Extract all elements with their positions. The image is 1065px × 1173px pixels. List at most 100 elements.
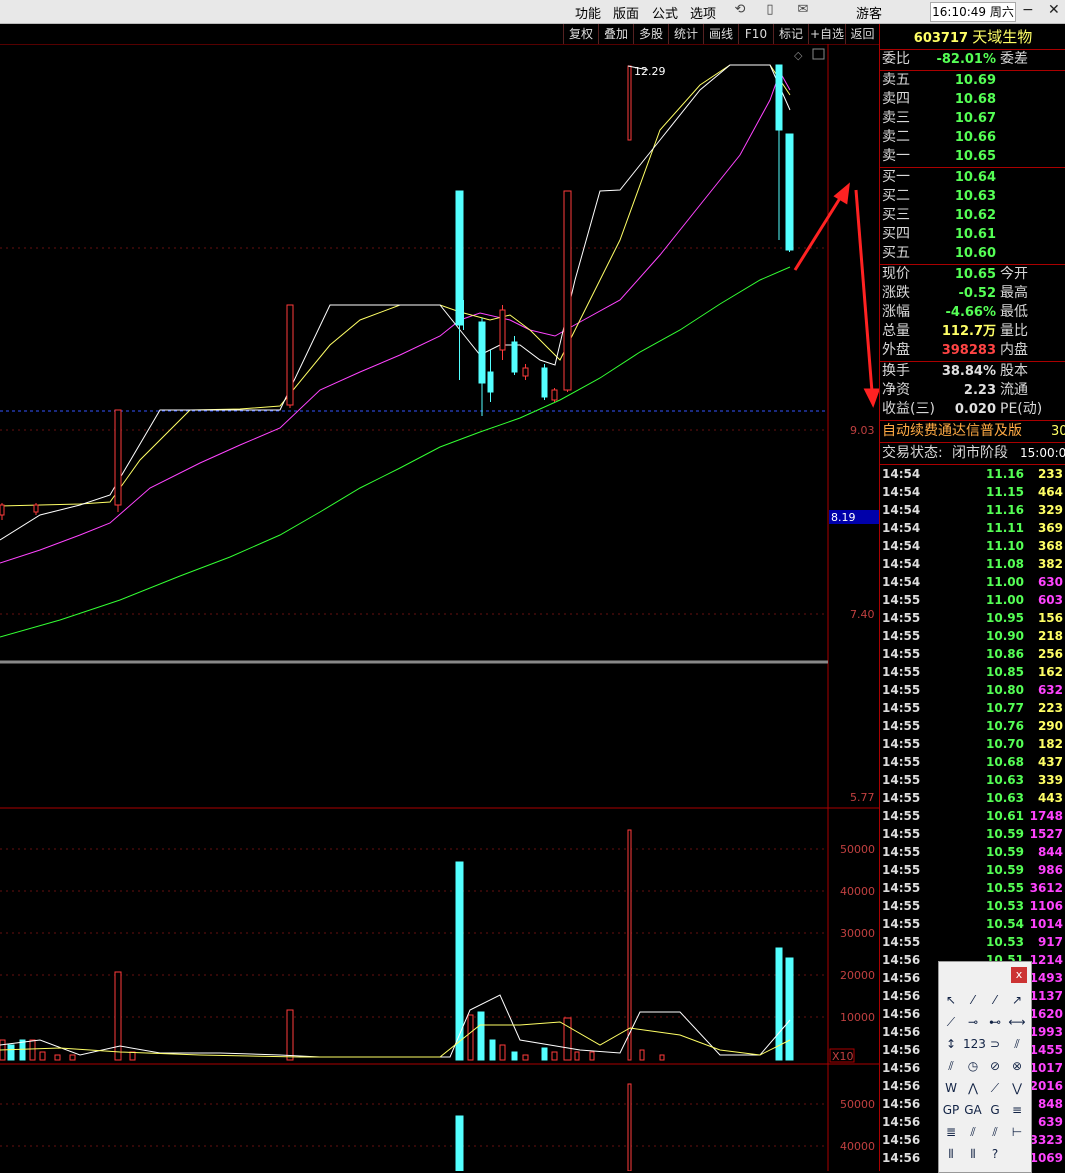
toolbar-f10[interactable]: F10 xyxy=(738,24,773,44)
draw-tool-icon[interactable]: ↕ xyxy=(941,1034,961,1054)
draw-tool-icon[interactable]: ≡ xyxy=(1007,1100,1027,1120)
tick-row: 14:55 10.77 223 xyxy=(880,699,1065,717)
quote-row: 买五 10.60 xyxy=(880,244,1065,263)
tick-volume: 986 xyxy=(1037,863,1063,877)
draw-tool-icon[interactable]: ⁄ xyxy=(985,990,1005,1010)
quote-row-value: 2.23 xyxy=(963,383,996,398)
draw-tool-icon[interactable]: ⁄ xyxy=(963,990,983,1010)
volume-unit-label: X10 xyxy=(832,1050,854,1063)
weibi-label: 委比 xyxy=(882,51,910,67)
draw-tool-icon[interactable]: ⊸ xyxy=(963,1012,983,1032)
draw-tool-icon[interactable]: 123 xyxy=(963,1034,986,1054)
draw-tool-icon[interactable]: GA xyxy=(963,1100,983,1120)
toolbar-mark[interactable]: 标记 xyxy=(773,24,808,44)
draw-tool-icon[interactable]: ⫽ xyxy=(963,1122,983,1142)
user-label[interactable]: 游客 xyxy=(856,3,882,22)
volume-bar xyxy=(589,1051,595,1061)
draw-tool-icon[interactable]: ⫽ xyxy=(985,1122,1005,1142)
tick-price: 10.85 xyxy=(986,665,1024,679)
tick-price: 10.86 xyxy=(986,647,1024,661)
draw-tool-icon[interactable]: ⫽ xyxy=(941,1056,961,1076)
tick-volume: 162 xyxy=(1037,665,1063,679)
tick-volume: 632 xyxy=(1037,683,1063,697)
draw-tool-icon[interactable]: ⦀ xyxy=(941,1144,961,1164)
toolbar-add-watchlist[interactable]: +自选 xyxy=(808,24,845,44)
toolbar-overlay[interactable]: 叠加 xyxy=(598,24,633,44)
quote-row-value: 10.62 xyxy=(954,208,996,223)
draw-tool-icon[interactable]: ⦀ xyxy=(963,1144,983,1164)
phone-icon[interactable]: ▯ xyxy=(762,2,778,18)
draw-tool-icon[interactable]: ⟋ xyxy=(985,1078,1005,1098)
volume-bar xyxy=(659,1054,665,1061)
minimize-icon[interactable]: − xyxy=(1022,2,1034,18)
quote-row-label2: 最高 xyxy=(1000,285,1028,301)
draw-tool-icon[interactable]: ⊗ xyxy=(1007,1056,1027,1076)
draw-tool-icon[interactable]: ⋀ xyxy=(963,1078,983,1098)
tick-price: 10.95 xyxy=(986,611,1024,625)
price-axis-label: 5.77 xyxy=(850,791,875,804)
draw-tool-icon[interactable]: ⟷ xyxy=(1007,1012,1027,1032)
tick-time: 14:56 xyxy=(882,1133,921,1147)
menu-options[interactable]: 选项 xyxy=(690,3,716,22)
tick-time: 14:55 xyxy=(882,935,921,949)
clock-display: 16:10:49 周六 xyxy=(930,2,1016,22)
draw-tool-icon[interactable]: ↖ xyxy=(941,990,961,1010)
tick-row: 14:55 10.95 156 xyxy=(880,609,1065,627)
refresh-icon[interactable]: ⟲ xyxy=(732,2,748,18)
quote-row-label: 买五 xyxy=(882,245,910,261)
candle-body xyxy=(286,304,294,406)
draw-tool-icon[interactable]: ? xyxy=(985,1144,1005,1164)
quote-row-label2: 内盘 xyxy=(1000,342,1028,358)
draw-tool-icon[interactable]: ⊷ xyxy=(985,1012,1005,1032)
volume-bar xyxy=(775,947,783,1061)
quote-row: 买一 10.64 xyxy=(880,168,1065,187)
kline-chart[interactable]: 9.03 8.19 7.40 5.77 50000 40000 30000 20… xyxy=(0,44,880,1171)
menu-function[interactable]: 功能 xyxy=(575,3,601,22)
diamond-icon[interactable]: ◇ xyxy=(794,49,803,62)
toolbar-draw[interactable]: 画线 xyxy=(703,24,738,44)
tick-price: 10.54 xyxy=(986,917,1024,931)
volume-bar xyxy=(551,1051,558,1061)
draw-tool-icon[interactable]: ⊢ xyxy=(1007,1122,1027,1142)
draw-tool-icon[interactable]: ≣ xyxy=(941,1122,961,1142)
promo-row[interactable]: 自动续费通达信普及版 30 xyxy=(880,421,1065,442)
volume-bar xyxy=(522,1054,529,1061)
volume2-axis-label: 50000 xyxy=(840,1098,875,1111)
volume-bar xyxy=(54,1054,61,1061)
draw-tool-icon[interactable]: W xyxy=(941,1078,961,1098)
toolbar-stats[interactable]: 统计 xyxy=(668,24,703,44)
tick-time: 14:56 xyxy=(882,1043,921,1057)
draw-tool-icon[interactable]: ⊘ xyxy=(985,1056,1005,1076)
draw-tool-icon[interactable]: G xyxy=(985,1100,1005,1120)
tick-volume: 156 xyxy=(1037,611,1063,625)
tick-time: 14:55 xyxy=(882,809,921,823)
close-icon[interactable]: ✕ xyxy=(1048,2,1060,18)
toolbar-multi-stock[interactable]: 多股 xyxy=(633,24,668,44)
candle-body xyxy=(487,371,494,393)
quote-row: 收益(三) 0.020 PE(动) xyxy=(880,400,1065,419)
draw-tool-icon[interactable]: ⫽ xyxy=(1007,1034,1027,1054)
toolbar-back[interactable]: 返回 xyxy=(845,24,879,44)
draw-tool-icon[interactable]: GP xyxy=(941,1100,961,1120)
chart-toolbar: 复权 叠加 多股 统计 画线 F10 标记 +自选 返回 xyxy=(563,24,878,44)
panel-toggle-icon[interactable] xyxy=(812,48,825,60)
tick-row: 14:55 10.59 1527 xyxy=(880,825,1065,843)
toolbar-fuquan[interactable]: 复权 xyxy=(563,24,598,44)
menu-layout[interactable]: 版面 xyxy=(613,3,639,22)
weicha-label: 委差 xyxy=(1000,51,1028,67)
draw-tool-icon[interactable]: ⋁ xyxy=(1007,1078,1027,1098)
tick-time: 14:55 xyxy=(882,791,921,805)
draw-tool-icon[interactable]: ⊃ xyxy=(985,1034,1005,1054)
menu-formula[interactable]: 公式 xyxy=(652,3,678,22)
quote-row-label: 外盘 xyxy=(882,342,910,358)
draw-tool-icon[interactable]: ↗ xyxy=(1007,990,1027,1010)
tick-time: 14:54 xyxy=(882,575,921,589)
draw-tool-icon[interactable]: ◷ xyxy=(963,1056,983,1076)
promo-text[interactable]: 自动续费通达信普及版 xyxy=(882,421,1022,442)
tick-volume: 464 xyxy=(1037,485,1063,499)
mail-icon[interactable]: ✉ xyxy=(795,2,811,18)
draw-tool-icon[interactable]: ⟋ xyxy=(941,1012,961,1032)
tick-row: 14:55 10.90 218 xyxy=(880,627,1065,645)
draw-panel-close-button[interactable]: x xyxy=(1011,967,1027,983)
quote-row: 卖五 10.69 xyxy=(880,71,1065,90)
